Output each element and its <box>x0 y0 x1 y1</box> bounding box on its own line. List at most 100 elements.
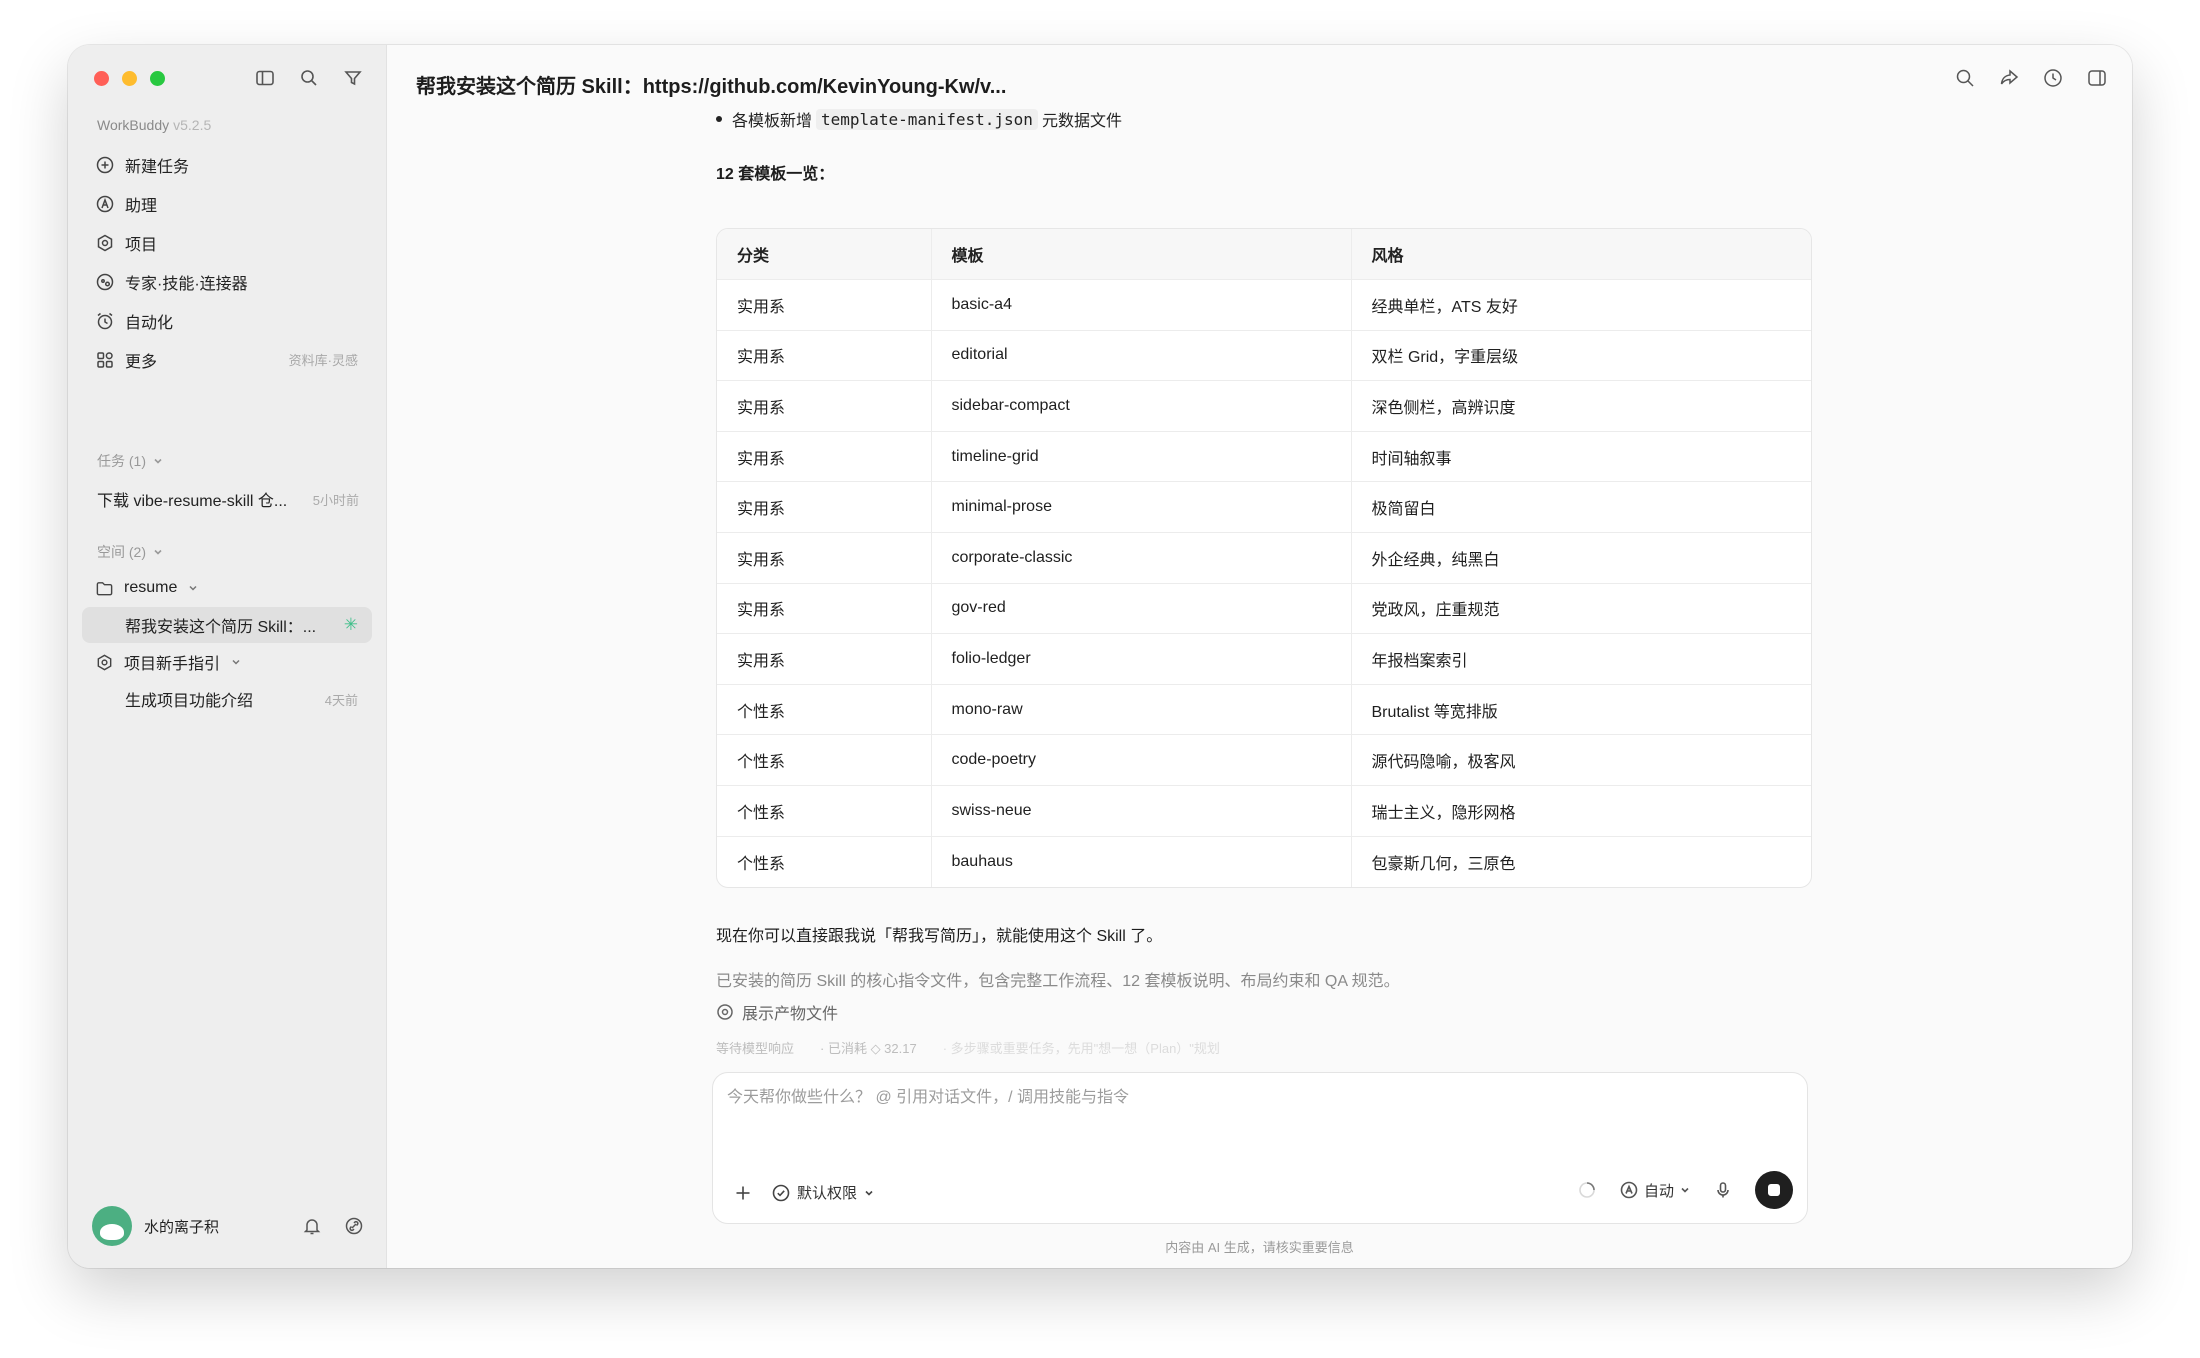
table-cell: 外企经典，纯黑白 <box>1350 532 1811 584</box>
space-item[interactable]: 生成项目功能介绍 4天前 <box>82 681 372 717</box>
table-cell: 个性系 <box>717 734 931 787</box>
chevron-down-icon <box>154 458 162 464</box>
tasks-section-header[interactable]: 任务 (1) <box>97 451 164 471</box>
table-cell: 实用系 <box>717 431 931 483</box>
chevron-down-icon <box>232 659 240 665</box>
avatar[interactable] <box>92 1206 132 1246</box>
composer-right-tools: 自动 <box>1577 1171 1793 1209</box>
page-title: 帮我安装这个简历 Skill：https://github.com/KevinY… <box>416 76 1007 98</box>
templates-table: 分类 模板 风格 实用系 basic-a4 经典单栏，ATS 友好 实用系 edito… <box>716 228 1812 888</box>
history-icon[interactable] <box>2042 67 2064 89</box>
nav-more-hint: 资料库·灵感 <box>288 353 358 368</box>
inline-code: template-manifest.json <box>816 108 1038 130</box>
alarm-clock-icon <box>97 312 113 329</box>
table-cell: 深色侧栏，高辨识度 <box>1350 380 1811 432</box>
show-files-button[interactable]: 展示产物文件 <box>716 1000 838 1024</box>
table-cell: 党政风，庄重规范 <box>1350 583 1811 635</box>
link-icon[interactable] <box>344 1216 364 1236</box>
space-label: resume <box>124 579 178 596</box>
table-cell: 包豪斯几何，三原色 <box>1350 836 1811 887</box>
space-label: 项目新手指引 <box>124 656 221 673</box>
table-cell: corporate-classic <box>930 532 1351 584</box>
table-row: 实用系 timeline-grid 时间轴叙事 <box>717 431 1811 483</box>
space-item-label: 生成项目功能介绍 <box>125 693 254 710</box>
table-row: 实用系 corporate-classic 外企经典，纯黑白 <box>717 532 1811 584</box>
table-cell: bauhaus <box>930 836 1351 887</box>
nav-projects[interactable]: 项目 <box>82 223 372 262</box>
tasks-header-label: 任务 (1) <box>97 453 146 469</box>
table-cell: basic-a4 <box>930 279 1351 331</box>
table-cell: 实用系 <box>717 481 931 534</box>
bell-icon[interactable] <box>302 1216 322 1236</box>
nav-experts-skills[interactable]: 专家·技能·连接器 <box>82 262 372 301</box>
table-cell: 时间轴叙事 <box>1350 431 1811 483</box>
table-cell: 源代码隐喻，极客风 <box>1350 734 1811 787</box>
task-title: 下载 vibe-resume-skill 仓... <box>97 493 288 510</box>
zoom-window-button[interactable] <box>150 71 165 86</box>
nav-assistant[interactable]: 助理 <box>82 184 372 223</box>
table-row: 个性系 mono-raw Brutalist 等宽排版 <box>717 684 1811 736</box>
plus-circle-icon <box>96 156 114 173</box>
nav-more[interactable]: 更多 资料库·灵感 <box>82 340 372 379</box>
toggle-sidebar-icon[interactable] <box>254 67 276 89</box>
spaces-section-header[interactable]: 空间 (2) <box>97 542 164 562</box>
table-cell: 实用系 <box>717 532 931 584</box>
sidebar-toolbar <box>254 67 364 89</box>
permission-label: 默认权限 <box>797 1185 858 1202</box>
bullet-text: 各模板新增 <box>732 113 813 130</box>
apps-icon <box>97 351 113 368</box>
filter-icon[interactable] <box>342 67 364 89</box>
prompt-input[interactable] <box>727 1083 1787 1113</box>
app-version: v5.2.5 <box>173 117 212 133</box>
nav-new-task[interactable]: 新建任务 <box>82 145 372 184</box>
table-cell: 实用系 <box>717 279 931 331</box>
column-header: 模板 <box>930 229 1351 281</box>
table-row: 实用系 minimal-prose 极简留白 <box>717 481 1811 534</box>
table-row: 个性系 swiss-neue 瑞士主义，隐形网格 <box>717 785 1811 837</box>
app-name: WorkBuddy v5.2.5 <box>97 117 211 133</box>
table-cell: Brutalist 等宽排版 <box>1350 684 1811 736</box>
eye-icon <box>717 1004 733 1020</box>
space-resume[interactable]: resume <box>82 570 372 606</box>
search-icon[interactable] <box>1954 67 1976 89</box>
stop-generation-button[interactable] <box>1755 1171 1793 1209</box>
app-window: WorkBuddy v5.2.5 新建任务 助理 项目 专家·技能·连接器 自动化 <box>68 45 2132 1268</box>
nav-label: 新建任务 <box>125 158 190 176</box>
stop-icon <box>1768 1184 1780 1196</box>
close-window-button[interactable] <box>94 71 109 86</box>
traffic-lights <box>94 71 165 86</box>
space-item-label: 帮我安装这个简历 Skill：... <box>125 619 317 636</box>
folder-icon <box>96 581 113 595</box>
loading-spinner-icon: ✳ <box>343 615 358 634</box>
composer: 默认权限 自动 <box>712 1072 1808 1224</box>
share-icon[interactable] <box>1998 67 2020 89</box>
table-row: 实用系 gov-red 党政风，庄重规范 <box>717 583 1811 635</box>
chevron-down-icon <box>1681 1187 1689 1193</box>
mode-select[interactable]: 自动 <box>1619 1180 1691 1201</box>
app-name-label: WorkBuddy <box>97 117 170 133</box>
auto-mode-icon <box>1620 1181 1638 1199</box>
minimize-window-button[interactable] <box>122 71 137 86</box>
status-credits: · 已消耗 ◇ 32.17 <box>820 1041 917 1056</box>
search-icon[interactable] <box>298 67 320 89</box>
space-guide[interactable]: 项目新手指引 <box>82 644 372 680</box>
permission-select[interactable]: 默认权限 <box>771 1182 875 1203</box>
task-item[interactable]: 下载 vibe-resume-skill 仓... 5小时前 <box>97 487 359 511</box>
main-nav: 新建任务 助理 项目 专家·技能·连接器 自动化 更多 资料库·灵感 <box>82 145 372 379</box>
microphone-icon[interactable] <box>1713 1180 1733 1200</box>
nav-automation[interactable]: 自动化 <box>82 301 372 340</box>
plus-icon[interactable] <box>733 1183 753 1203</box>
table-cell: 实用系 <box>717 583 931 635</box>
table-cell: 实用系 <box>717 633 931 685</box>
sidebar: WorkBuddy v5.2.5 新建任务 助理 项目 专家·技能·连接器 自动化 <box>68 45 387 1268</box>
bullet-text: 元数据文件 <box>1041 113 1122 130</box>
nav-label: 专家·技能·连接器 <box>125 275 248 293</box>
table-cell: mono-raw <box>930 684 1351 736</box>
project-icon <box>97 234 113 251</box>
user-actions <box>302 1216 364 1236</box>
section-heading: 12 套模板一览： <box>716 166 835 183</box>
table-cell: sidebar-compact <box>930 380 1351 432</box>
table-cell: 个性系 <box>717 785 931 837</box>
space-item-active-task[interactable]: 帮我安装这个简历 Skill：... ✳ <box>82 607 372 643</box>
toggle-panel-icon[interactable] <box>2086 67 2108 89</box>
